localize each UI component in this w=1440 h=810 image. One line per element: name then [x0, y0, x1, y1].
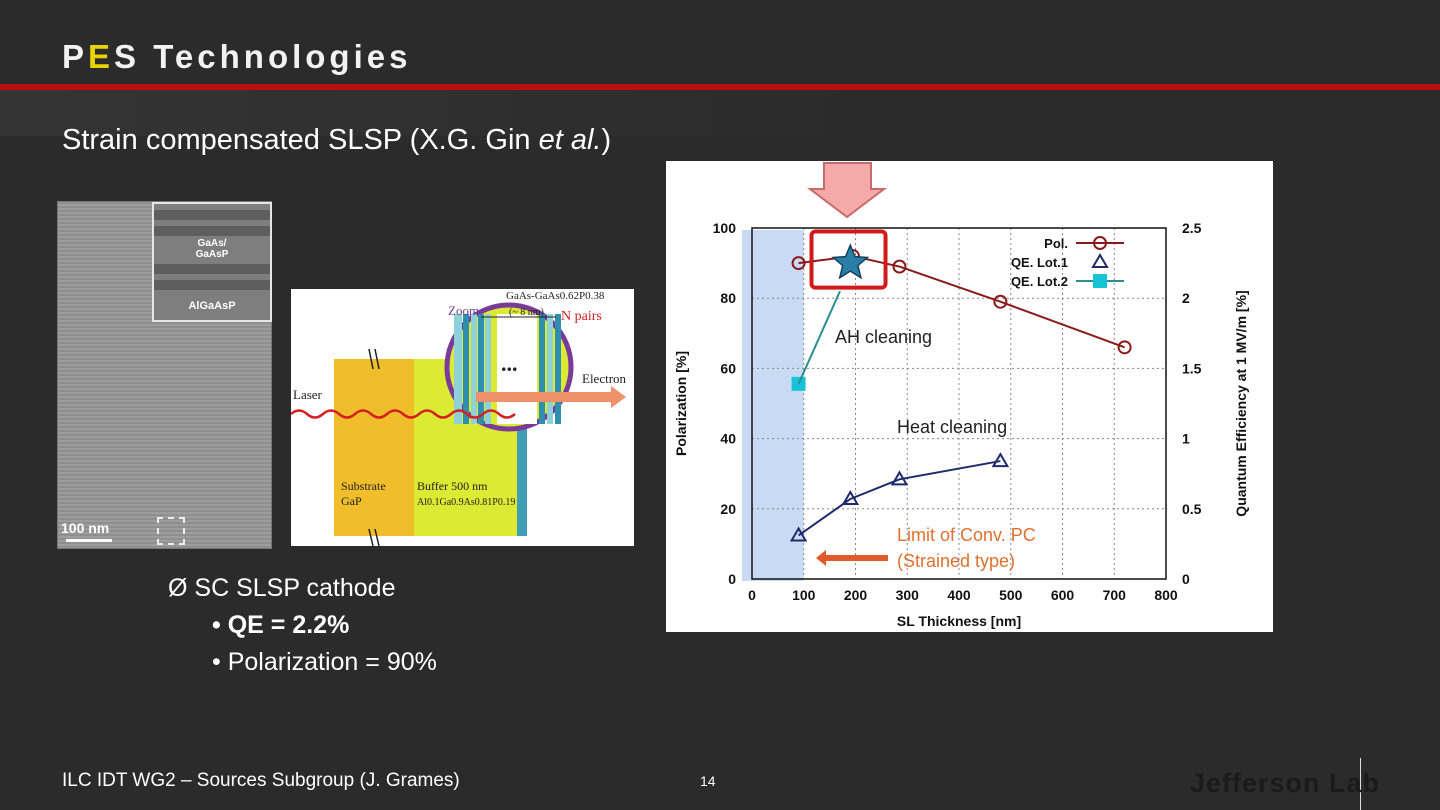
x-tick-label: 400 [947, 587, 971, 603]
annotation-strained: (Strained type) [897, 551, 1015, 571]
sem-inset: GaAs/GaAsP AlGaAsP [152, 202, 272, 322]
x-tick-label: 0 [748, 587, 756, 603]
x-tick-label: 200 [844, 587, 868, 603]
polarization-chart: 0 100 200 300 400 500 600 700 800 0 20 40 60 80 100 0 0.… [666, 161, 1273, 632]
y2-tick-label: 2 [1182, 290, 1190, 306]
y2-tick-label: 2.5 [1182, 220, 1202, 236]
legend-label: QE. Lot.2 [1011, 274, 1068, 289]
y2-tick-label: 1.5 [1182, 360, 1202, 376]
pair-label: GaAs-GaAs0.62P0.38 [506, 290, 605, 302]
y2-tick-label: 1 [1182, 431, 1190, 447]
y-axis-label: Polarization [%] [673, 351, 689, 456]
electron-label: Electron [582, 371, 627, 386]
selection-box-icon [157, 517, 185, 545]
left-arrow-icon [816, 550, 888, 566]
scale-bar [66, 539, 112, 542]
page-number: 14 [700, 773, 716, 789]
star-icon [831, 243, 870, 280]
jefferson-lab-logo: Jefferson Lab [1190, 768, 1381, 798]
legend-marker-lot1 [1091, 253, 1109, 268]
ellipsis: ... [501, 351, 518, 376]
annotation-limit: Limit of Conv. PC [897, 525, 1036, 545]
y-tick-label: 0 [728, 571, 736, 587]
annotation-ah-cleaning: AH cleaning [835, 327, 932, 347]
bullet-main: Ø SC SLSP cathode [168, 574, 396, 602]
bullet-list: Ø SC SLSP cathode • QE = 2.2% • Polariza… [168, 574, 437, 677]
legend-label: QE. Lot.1 [1011, 255, 1068, 270]
legend-label: Pol. [1044, 236, 1068, 251]
qe-lot1-point [991, 452, 1010, 468]
cathode-schematic: Zoom GaAs-GaAs0.62P0.38 (~ 8 nm) N pairs… [290, 289, 634, 547]
slide-title: PES Technologies [62, 38, 412, 75]
y-tick-label: 60 [720, 360, 736, 376]
bullet-sub2: • Polarization = 90% [212, 648, 437, 676]
pair-thickness: (~ 8 nm) [509, 307, 544, 318]
slide-subtitle: Strain compensated SLSP (X.G. Gin et al.… [62, 124, 612, 156]
y-tick-label: 40 [720, 431, 736, 447]
x-tick-label: 500 [999, 587, 1023, 603]
y-tick-label: 20 [720, 501, 736, 517]
x-tick-label: 300 [896, 587, 920, 603]
x-tick-label: 800 [1154, 587, 1178, 603]
qe-lot2-connector [797, 290, 841, 385]
x-tick-label: 600 [1051, 587, 1075, 603]
bullet-sub1: • QE = 2.2% [212, 611, 350, 639]
annotation-heat-cleaning: Heat cleaning [897, 417, 1007, 437]
y2-tick-label: 0 [1182, 571, 1190, 587]
x-tick-label: 700 [1103, 587, 1127, 603]
laser-label: Laser [293, 387, 322, 402]
x-tick-label: 100 [792, 587, 816, 603]
zoom-label: Zoom [448, 303, 480, 318]
buffer-label: Buffer 500 nm Al0.1Ga0.9As0.81P0.19 [417, 479, 516, 508]
inset-label-bottom: AlGaAsP [188, 300, 236, 312]
y-tick-label: 80 [720, 290, 736, 306]
legend-marker-lot2 [1093, 274, 1107, 288]
n-pairs-label: N pairs [561, 309, 602, 324]
chart-svg: 0 100 200 300 400 500 600 700 80002040608010000.… [673, 162, 1249, 629]
inset-label-top: GaAs/GaAsP [195, 238, 229, 260]
x-axis-label: SL Thickness [nm] [897, 613, 1021, 629]
footer-text: ILC IDT WG2 – Sources Subgroup (J. Grame… [62, 770, 460, 791]
scale-label: 100 nm [61, 520, 110, 536]
y-tick-label: 100 [713, 220, 737, 236]
down-arrow-icon [807, 162, 887, 219]
y2-tick-label: 0.5 [1182, 501, 1202, 517]
y2-axis-label: Quantum Efficiency at 1 MV/m [%] [1233, 290, 1249, 516]
substrate-label: Substrate GaP [341, 479, 386, 508]
